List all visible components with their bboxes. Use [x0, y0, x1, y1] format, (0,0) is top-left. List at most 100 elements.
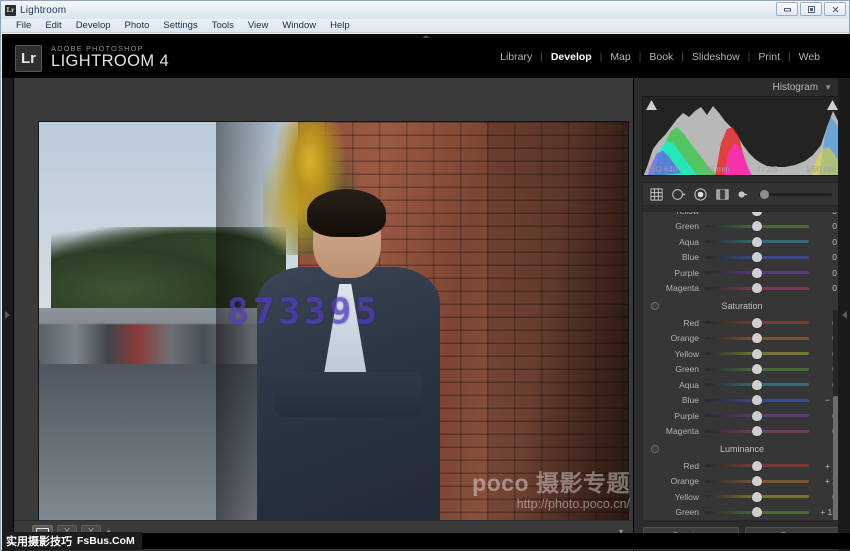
hsl-slider-row[interactable]: Red0	[643, 315, 841, 331]
hsl-slider-track[interactable]	[705, 399, 809, 402]
photo-preview[interactable]: 873395	[38, 121, 629, 527]
hsl-slider-track[interactable]	[705, 495, 809, 498]
hsl-slider-knob[interactable]	[752, 211, 762, 216]
hsl-slider-row[interactable]: Purple0	[643, 265, 841, 281]
hsl-slider-track[interactable]	[705, 225, 809, 228]
hsl-slider-row[interactable]: Green0	[643, 362, 841, 378]
left-panel-collapse-toggle[interactable]	[2, 78, 14, 551]
hsl-slider-row[interactable]: Green0	[643, 219, 841, 235]
hsl-slider-knob[interactable]	[752, 364, 762, 374]
hsl-slider-track[interactable]	[705, 271, 809, 274]
hsl-slider-knob[interactable]	[752, 221, 762, 231]
menu-window[interactable]: Window	[275, 19, 323, 33]
brush-size-slider[interactable]	[758, 193, 832, 196]
red-eye-icon[interactable]	[693, 187, 708, 202]
photo-subject-arms	[275, 372, 422, 416]
module-slideshow[interactable]: Slideshow	[684, 51, 748, 63]
minimize-icon[interactable]	[776, 2, 798, 16]
module-library[interactable]: Library	[492, 51, 540, 63]
module-map[interactable]: Map	[602, 51, 638, 63]
hsl-slider-track[interactable]	[705, 287, 809, 290]
adjustment-brush-icon[interactable]	[737, 189, 748, 200]
hsl-slider-track[interactable]	[705, 480, 809, 483]
hsl-slider-knob[interactable]	[752, 395, 762, 405]
crop-tool-icon[interactable]	[649, 187, 664, 202]
hsl-slider-row[interactable]: Orange0	[643, 331, 841, 347]
hsl-slider-track[interactable]	[705, 383, 809, 386]
hsl-slider-row[interactable]: Blue0	[643, 250, 841, 266]
title-bar: Lr Lightroom	[1, 1, 849, 19]
hsl-slider-knob[interactable]	[752, 380, 762, 390]
hsl-slider-label: Yellow	[643, 349, 705, 359]
window-controls	[776, 2, 846, 16]
spot-removal-icon[interactable]	[671, 187, 686, 202]
menu-view[interactable]: View	[241, 19, 275, 33]
chevron-down-icon[interactable]: ▼	[824, 83, 832, 92]
hsl-slider-row[interactable]: Aqua+ 17	[643, 520, 841, 521]
module-print[interactable]: Print	[750, 51, 788, 63]
menu-edit[interactable]: Edit	[38, 19, 68, 33]
hsl-section-header[interactable]: Saturation	[643, 296, 841, 315]
image-canvas[interactable]: 873395 poco 摄影专题 http://photo.poco.cn/	[14, 78, 633, 520]
close-icon[interactable]	[824, 2, 846, 16]
hsl-slider-row[interactable]: Yellow0	[643, 211, 841, 219]
hsl-slider-row[interactable]: Purple0	[643, 408, 841, 424]
module-picker: Library | Develop | Map | Book | Slidesh…	[492, 51, 828, 63]
hsl-slider-knob[interactable]	[752, 252, 762, 262]
hsl-slider-row[interactable]: Green+ 13	[643, 505, 841, 521]
hsl-slider-row[interactable]: Yellow0	[643, 489, 841, 505]
histogram[interactable]: ISO 640 35 mm f / 2.5 1/50 sec	[642, 96, 842, 176]
target-adjust-icon[interactable]	[651, 445, 659, 453]
menu-settings[interactable]: Settings	[156, 19, 204, 33]
menu-photo[interactable]: Photo	[118, 19, 157, 33]
hsl-slider-knob[interactable]	[752, 318, 762, 328]
hsl-slider-track[interactable]	[705, 321, 809, 324]
hsl-slider-row[interactable]: Magenta0	[643, 281, 841, 297]
hsl-slider-knob[interactable]	[752, 461, 762, 471]
hsl-slider-knob[interactable]	[752, 507, 762, 517]
hsl-slider-track[interactable]	[705, 511, 809, 514]
hsl-slider-row[interactable]: Yellow0	[643, 346, 841, 362]
hsl-slider-track[interactable]	[705, 352, 809, 355]
target-adjust-icon[interactable]	[651, 302, 659, 310]
hsl-slider-knob[interactable]	[752, 476, 762, 486]
module-develop[interactable]: Develop	[543, 51, 600, 63]
hsl-slider-knob[interactable]	[752, 283, 762, 293]
hsl-slider-track[interactable]	[705, 337, 809, 340]
hsl-color-panel[interactable]: Yellow0Green0Aqua0Blue0Purple0Magenta0Sa…	[642, 211, 842, 521]
menu-develop[interactable]: Develop	[69, 19, 118, 33]
hsl-slider-track[interactable]	[705, 240, 809, 243]
hsl-slider-row[interactable]: Blue− 1	[643, 393, 841, 409]
identity-plate[interactable]: Lr ADOBE PHOTOSHOP LIGHTROOM 4	[15, 45, 169, 72]
menu-tools[interactable]: Tools	[205, 19, 241, 33]
hsl-slider-row[interactable]: Aqua0	[643, 377, 841, 393]
hsl-slider-track[interactable]	[705, 464, 809, 467]
hsl-slider-knob[interactable]	[752, 333, 762, 343]
hsl-slider-knob[interactable]	[752, 411, 762, 421]
graduated-filter-icon[interactable]	[715, 187, 730, 202]
histogram-panel-header[interactable]: Histogram ▼	[634, 78, 850, 96]
hsl-slider-track[interactable]	[705, 414, 809, 417]
hsl-slider-track[interactable]	[705, 430, 809, 433]
hsl-slider-knob[interactable]	[752, 492, 762, 502]
right-panel-collapse-toggle[interactable]	[838, 78, 850, 551]
hsl-slider-knob[interactable]	[752, 349, 762, 359]
hsl-slider-row[interactable]: Aqua0	[643, 234, 841, 250]
hsl-slider-row[interactable]: Magenta0	[643, 424, 841, 440]
module-web[interactable]: Web	[791, 51, 828, 63]
hsl-slider-track[interactable]	[705, 256, 809, 259]
module-book[interactable]: Book	[641, 51, 681, 63]
hsl-slider-row[interactable]: Orange+ 2	[643, 474, 841, 490]
maximize-icon[interactable]	[800, 2, 822, 16]
brush-size-knob[interactable]	[760, 190, 769, 199]
menu-help[interactable]: Help	[323, 19, 357, 33]
hsl-slider-knob[interactable]	[752, 426, 762, 436]
hsl-slider-label: Red	[643, 461, 705, 471]
hsl-slider-track[interactable]	[705, 368, 809, 371]
menu-file[interactable]: File	[9, 19, 38, 33]
hsl-slider-track[interactable]	[705, 211, 809, 212]
hsl-slider-knob[interactable]	[752, 237, 762, 247]
hsl-section-header[interactable]: Luminance	[643, 439, 841, 458]
hsl-slider-row[interactable]: Red+ 1	[643, 458, 841, 474]
hsl-slider-knob[interactable]	[752, 268, 762, 278]
